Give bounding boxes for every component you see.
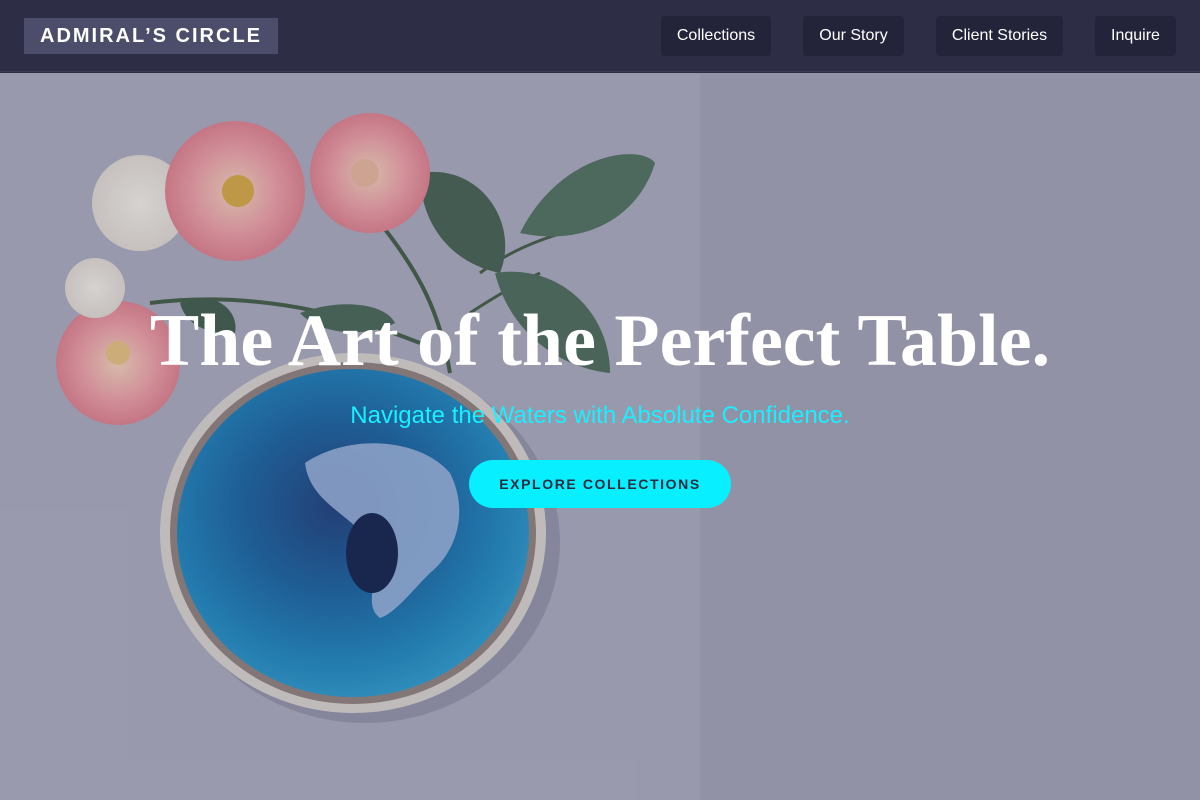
- hero-title: The Art of the Perfect Table.: [149, 300, 1051, 382]
- nav-item-inquire[interactable]: Inquire: [1095, 16, 1176, 56]
- nav-item-collections[interactable]: Collections: [661, 16, 771, 56]
- navbar: ADMIRAL’S CIRCLE Collections Our Story C…: [0, 0, 1200, 72]
- hero-subtitle: Navigate the Waters with Absolute Confid…: [350, 402, 850, 429]
- nav-item-client-stories[interactable]: Client Stories: [936, 16, 1063, 56]
- nav-item-our-story[interactable]: Our Story: [803, 16, 904, 56]
- hero-section: The Art of the Perfect Table. Navigate t…: [0, 73, 1200, 800]
- brand-logo[interactable]: ADMIRAL’S CIRCLE: [24, 18, 278, 54]
- explore-collections-button[interactable]: EXPLORE COLLECTIONS: [469, 460, 731, 508]
- hero-overlay: [0, 73, 1200, 800]
